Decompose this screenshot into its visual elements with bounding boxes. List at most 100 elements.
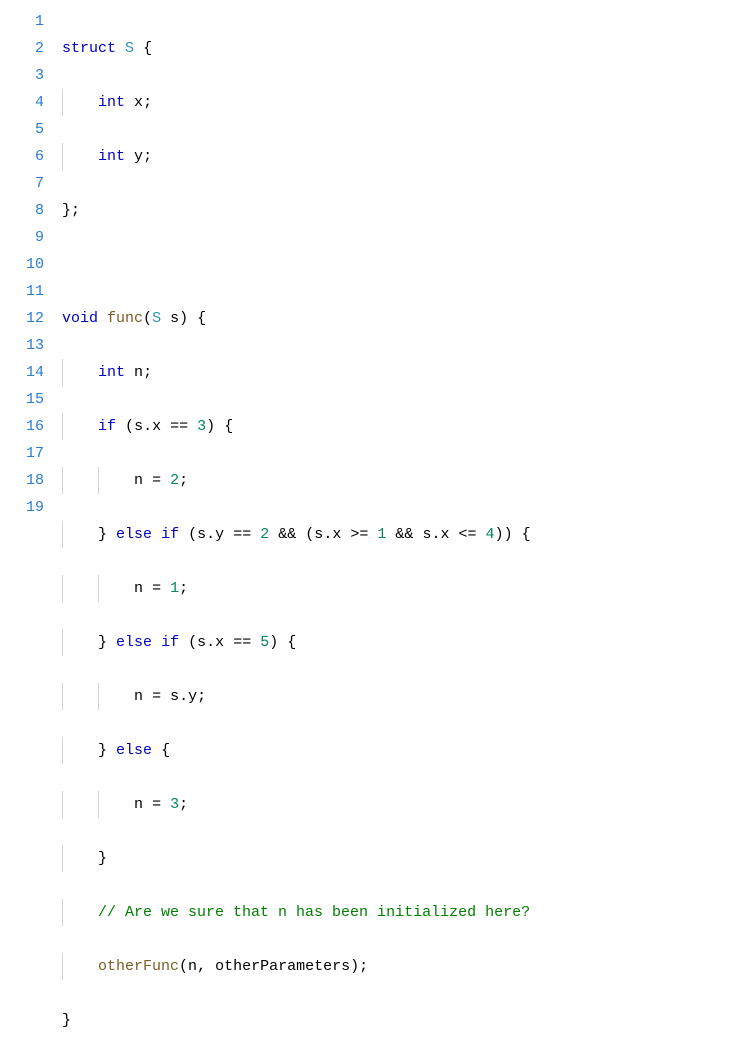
operator: == [233, 526, 251, 543]
identifier: y [188, 688, 197, 705]
line-number: 14 [0, 359, 44, 386]
semicolon: ; [179, 472, 188, 489]
dot: . [179, 688, 188, 705]
code-line[interactable]: } [62, 845, 749, 872]
brace: { [224, 418, 233, 435]
paren: ( [188, 634, 197, 651]
line-number: 6 [0, 143, 44, 170]
identifier: x [440, 526, 449, 543]
code-line[interactable]: } else if (s.x == 5) { [62, 629, 749, 656]
code-line[interactable]: struct S { [62, 35, 749, 62]
keyword-if: if [161, 526, 179, 543]
number: 3 [197, 418, 206, 435]
dot: . [206, 526, 215, 543]
keyword-int: int [98, 148, 125, 165]
code-line[interactable]: otherFunc(n, otherParameters); [62, 953, 749, 980]
identifier: y [215, 526, 224, 543]
operator: = [152, 472, 161, 489]
code-editor[interactable]: 1 2 3 4 5 6 7 8 9 10 11 12 13 14 15 16 1… [0, 8, 749, 1054]
line-number: 15 [0, 386, 44, 413]
semicolon: ; [143, 148, 152, 165]
brace: { [143, 40, 152, 57]
identifier: s [170, 310, 179, 327]
paren: ) [350, 958, 359, 975]
code-line[interactable]: // Are we sure that n has been initializ… [62, 899, 749, 926]
keyword-if: if [161, 634, 179, 651]
function-name: otherFunc [98, 958, 179, 975]
identifier: n [188, 958, 197, 975]
identifier: n [134, 688, 143, 705]
line-number: 5 [0, 116, 44, 143]
number: 3 [170, 796, 179, 813]
dot: . [323, 526, 332, 543]
operator: <= [459, 526, 477, 543]
semicolon: ; [359, 958, 368, 975]
code-line[interactable]: } else { [62, 737, 749, 764]
code-line[interactable]: n = 2; [62, 467, 749, 494]
identifier: s [422, 526, 431, 543]
brace: } [98, 850, 107, 867]
paren: ) [269, 634, 278, 651]
line-number: 13 [0, 332, 44, 359]
code-line[interactable]: }; [62, 197, 749, 224]
brace: } [98, 634, 107, 651]
code-line[interactable]: int n; [62, 359, 749, 386]
line-number: 2 [0, 35, 44, 62]
line-number: 10 [0, 251, 44, 278]
dot: . [143, 418, 152, 435]
comma: , [197, 958, 206, 975]
code-line[interactable]: int y; [62, 143, 749, 170]
code-line[interactable]: n = 3; [62, 791, 749, 818]
code-line[interactable]: void func(S s) { [62, 305, 749, 332]
comment: // Are we sure that n has been initializ… [98, 904, 530, 921]
identifier: s [314, 526, 323, 543]
keyword-struct: struct [62, 40, 116, 57]
code-area[interactable]: struct S { int x; int y; }; void func(S … [62, 8, 749, 1054]
brace: { [161, 742, 170, 759]
semicolon: ; [143, 364, 152, 381]
paren: ) [504, 526, 513, 543]
operator: >= [350, 526, 368, 543]
paren: ( [305, 526, 314, 543]
code-line[interactable] [62, 251, 749, 278]
paren: ( [179, 958, 188, 975]
paren: ) [206, 418, 215, 435]
identifier: n [134, 580, 143, 597]
paren: ( [125, 418, 134, 435]
line-number-gutter: 1 2 3 4 5 6 7 8 9 10 11 12 13 14 15 16 1… [0, 8, 62, 1054]
keyword-else: else [116, 526, 152, 543]
code-line[interactable]: if (s.x == 3) { [62, 413, 749, 440]
keyword-void: void [62, 310, 98, 327]
semicolon: ; [143, 94, 152, 111]
line-number: 1 [0, 8, 44, 35]
type-name: S [125, 40, 134, 57]
identifier: n [134, 364, 143, 381]
identifier: s [197, 634, 206, 651]
code-line[interactable]: int x; [62, 89, 749, 116]
line-number: 3 [0, 62, 44, 89]
paren: ) [179, 310, 188, 327]
paren: ( [143, 310, 152, 327]
identifier: n [134, 472, 143, 489]
line-number: 19 [0, 494, 44, 521]
line-number: 8 [0, 197, 44, 224]
code-line[interactable]: n = 1; [62, 575, 749, 602]
number: 1 [377, 526, 386, 543]
number: 5 [260, 634, 269, 651]
code-line[interactable]: } else if (s.y == 2 && (s.x >= 1 && s.x … [62, 521, 749, 548]
dot: . [431, 526, 440, 543]
keyword-else: else [116, 634, 152, 651]
identifier: otherParameters [215, 958, 350, 975]
type-name: S [152, 310, 161, 327]
code-line[interactable]: n = s.y; [62, 683, 749, 710]
line-number: 17 [0, 440, 44, 467]
brace: } [98, 742, 107, 759]
identifier: s [197, 526, 206, 543]
identifier: y [134, 148, 143, 165]
number: 2 [260, 526, 269, 543]
operator: && [395, 526, 413, 543]
code-line[interactable]: } [62, 1007, 749, 1034]
identifier: x [152, 418, 161, 435]
brace: } [98, 526, 107, 543]
identifier: n [134, 796, 143, 813]
